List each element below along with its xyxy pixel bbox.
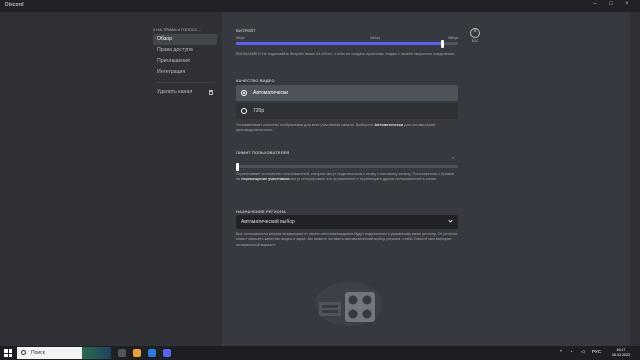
bitrate-max-label: 96kbps [448,36,459,40]
tray-chevron-icon[interactable]: ^ [560,349,562,354]
bitrate-slider-handle[interactable] [440,39,444,48]
task-view-icon[interactable] [118,349,126,357]
taskbar-search-placeholder: Поиск [31,350,45,356]
close-icon: × [470,28,480,38]
user-limit-max-label: ∞ [452,156,455,160]
close-settings-button[interactable]: × ESC [470,28,480,43]
speaker-illustration [315,282,383,326]
close-window-button[interactable]: × [622,1,632,7]
scrollbar[interactable] [630,12,640,346]
sidebar-item-permissions[interactable]: Права доступа [153,45,217,56]
bitrate-label: БИТРЕЙТ [236,28,256,33]
maximize-button[interactable]: □ [606,1,616,7]
settings-content: БИТРЕЙТ 8kbps 64kbps 96kbps ВНИМАНИЕ!!! … [222,12,630,346]
region-label: НАЗНАЧЕНИЕ РЕГИОНА [236,209,286,214]
region-select[interactable]: Автоматический выбор [236,215,458,229]
video-quality-option-720p[interactable]: 720p [236,103,458,119]
file-explorer-icon[interactable] [133,349,141,357]
bitrate-warning: ВНИМАНИЕ!!! Не поднимайте битрейт выше 6… [236,52,456,56]
radio-selected-icon [241,90,247,96]
bitrate-min-label: 8kbps [236,36,245,40]
region-description: Все пользователи канала независимо от св… [236,232,458,247]
video-quality-option-label: 720p [253,108,265,114]
search-banner-image [82,347,111,359]
user-limit-slider[interactable] [236,162,458,171]
breadcrumb: # НА ТРИАН # ГОЛОСС... [153,27,201,32]
settings-sidebar: # НА ТРИАН # ГОЛОСС... Обзор Права досту… [0,12,222,346]
browser-icon[interactable] [148,349,156,357]
sidebar-item-overview[interactable]: Обзор [153,34,217,45]
divider [155,82,215,83]
sidebar-item-invites[interactable]: Приглашения [153,56,217,67]
minimize-button[interactable]: – [590,1,600,7]
video-quality-option-auto[interactable]: Автоматически [236,85,458,101]
user-limit-label: ЛИМИТ ПОЛЬЗОВАТЕЛЕЙ [236,150,290,155]
clock-date: 06.03.2023 [612,353,630,357]
video-quality-option-label: Автоматически [253,90,288,96]
video-quality-description: Устанавливает качество изображения для в… [236,123,436,133]
region-selected-value: Автоматический выбор [241,219,295,225]
user-limit-slider-handle[interactable] [236,162,239,171]
bitrate-slider-fill [236,42,443,45]
delete-channel-button[interactable]: Удалить канал [153,87,217,98]
trash-icon [209,90,213,95]
bitrate-mid-label: 64kbps [370,36,381,40]
bitrate-slider[interactable] [236,39,458,48]
esc-label: ESC [471,39,479,43]
windows-start-icon[interactable] [4,349,12,357]
sidebar-item-integrations[interactable]: Интеграция [153,67,217,78]
radio-unselected-icon [241,108,247,114]
delete-channel-label: Удалить канал [157,89,193,95]
search-icon [21,350,26,355]
taskbar: Поиск ^ ◔ ◁ РУС 16:17 06.03.2023 [0,346,640,360]
language-indicator[interactable]: РУС [592,349,601,354]
clock[interactable]: 16:17 06.03.2023 [612,348,630,358]
volume-icon[interactable]: ◁ [581,349,584,355]
app-title: Discord [5,2,24,8]
chevron-down-icon [448,218,453,223]
network-icon[interactable]: ◔ [570,349,573,354]
user-limit-description: Ограничивает количество пользователей, к… [236,172,455,182]
title-bar: Discord – □ × [0,0,640,12]
video-quality-label: КАЧЕСТВО ВИДЕО [236,78,275,83]
discord-icon[interactable] [163,349,171,357]
